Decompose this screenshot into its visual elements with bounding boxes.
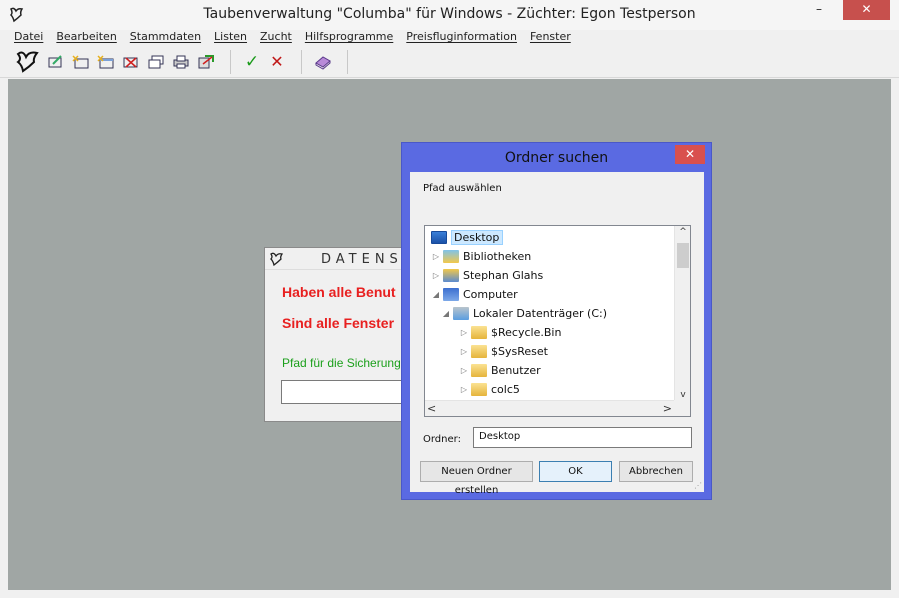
folder-dialog-close-button[interactable]: ✕ <box>675 145 705 164</box>
edit-icon[interactable] <box>45 51 67 73</box>
backup-path-label: Pfad für die Sicherung <box>282 356 401 370</box>
expand-arrow-icon[interactable]: ▷ <box>459 328 469 337</box>
columba-logo-icon[interactable] <box>14 51 42 73</box>
folder-dialog-instruction: Pfad auswählen <box>423 183 502 194</box>
tree-item-recycle-bin[interactable]: ▷ $Recycle.Bin <box>459 323 561 342</box>
tree-item-colc5[interactable]: ▷ colc5 <box>459 380 520 399</box>
tree-item-desktop[interactable]: Desktop <box>431 228 504 247</box>
tree-item-computer[interactable]: ◢ Computer <box>431 285 518 304</box>
folder-icon <box>471 345 487 358</box>
tree-item-label: colc5 <box>491 383 520 396</box>
tree-item-label: Lokaler Datenträger (C:) <box>473 307 608 320</box>
menu-fenster[interactable]: Fenster <box>530 30 571 46</box>
tree-item-local-drive[interactable]: ◢ Lokaler Datenträger (C:) <box>441 304 607 323</box>
expand-arrow-icon[interactable]: ▷ <box>431 271 441 280</box>
columba-logo-icon <box>270 252 284 267</box>
tree-item-sysreset[interactable]: ▷ $SysReset <box>459 342 548 361</box>
tree-item-stephan-glahs[interactable]: ▷ Stephan Glahs <box>431 266 543 285</box>
book-icon[interactable] <box>312 51 334 73</box>
menu-stammdaten[interactable]: Stammdaten <box>130 30 201 46</box>
copy-icon[interactable] <box>145 51 167 73</box>
libraries-icon <box>443 250 459 263</box>
tree-item-benutzer[interactable]: ▷ Benutzer <box>459 361 541 380</box>
close-button[interactable]: ✕ <box>843 0 890 20</box>
folder-icon <box>471 383 487 396</box>
menu-datei[interactable]: Datei <box>14 30 43 46</box>
folder-name-input[interactable]: Desktop <box>473 427 692 448</box>
tree-item-label: Computer <box>463 288 518 301</box>
scroll-up-icon[interactable]: ^ <box>675 227 690 237</box>
collapse-arrow-icon[interactable]: ◢ <box>441 309 451 318</box>
folder-dialog-client: Pfad auswählen Desktop ▷ Bibliotheken ▷ … <box>410 172 704 496</box>
folder-name-label: Ordner: <box>423 434 461 445</box>
export-icon[interactable] <box>195 51 217 73</box>
expand-arrow-icon[interactable]: ▷ <box>459 385 469 394</box>
folder-browse-dialog: Ordner suchen ✕ Pfad auswählen Desktop ▷… <box>401 142 712 500</box>
title-bar: Taubenverwaltung "Columba" für Windows -… <box>0 0 899 30</box>
tree-item-label: Stephan Glahs <box>463 269 544 282</box>
menu-zucht[interactable]: Zucht <box>260 30 292 46</box>
tree-item-label: Benutzer <box>491 364 541 377</box>
new-folder-button[interactable]: Neuen Ordner erstellen <box>420 461 533 496</box>
folder-icon <box>471 326 487 339</box>
confirm-icon[interactable]: ✓ <box>241 51 263 73</box>
scroll-right-icon[interactable]: > <box>663 402 672 415</box>
minimize-button[interactable]: – <box>804 0 834 20</box>
scroll-thumb[interactable] <box>677 243 689 268</box>
scroll-down-icon[interactable]: v <box>675 390 690 400</box>
menu-listen[interactable]: Listen <box>214 30 247 46</box>
new-window-icon[interactable] <box>95 51 117 73</box>
cancel-icon[interactable]: ✕ <box>266 51 288 73</box>
window-title: Taubenverwaltung "Columba" für Windows -… <box>203 6 696 22</box>
menu-bearbeiten[interactable]: Bearbeiten <box>56 30 116 46</box>
menu-hilfsprogramme[interactable]: Hilfsprogramme <box>305 30 393 46</box>
scrollbar-corner <box>674 400 690 416</box>
toolbar-separator <box>230 49 231 74</box>
tree-item-bibliotheken[interactable]: ▷ Bibliotheken <box>431 247 531 266</box>
expand-arrow-icon[interactable]: ▷ <box>431 252 441 261</box>
backup-dialog: DATENSI Haben alle Benut Sind alle Fenst… <box>264 247 414 422</box>
menu-bar: Datei Bearbeiten Stammdaten Listen Zucht… <box>0 30 899 46</box>
delete-icon[interactable] <box>120 51 142 73</box>
collapse-arrow-icon[interactable]: ◢ <box>431 290 441 299</box>
toolbar: ✓ ✕ <box>0 46 899 78</box>
user-folder-icon <box>443 269 459 282</box>
tree-vertical-scrollbar[interactable]: ^ v <box>674 226 690 401</box>
tree-item-label: $SysReset <box>491 345 548 358</box>
folder-icon <box>471 364 487 377</box>
computer-icon <box>443 288 459 301</box>
folder-dialog-title: Ordner suchen <box>504 150 609 166</box>
cancel-button[interactable]: Abbrechen <box>619 461 693 482</box>
folder-tree[interactable]: Desktop ▷ Bibliotheken ▷ Stephan Glahs ◢… <box>424 225 691 417</box>
drive-icon <box>453 307 469 320</box>
toolbar-separator <box>301 49 302 74</box>
toolbar-separator <box>347 49 348 74</box>
new-record-icon[interactable] <box>70 51 92 73</box>
backup-question-users: Haben alle Benut <box>282 284 396 300</box>
tree-item-label: $Recycle.Bin <box>491 326 562 339</box>
desktop-icon <box>431 231 447 244</box>
menu-preisfluginformation[interactable]: Preisfluginformation <box>406 30 517 46</box>
tree-item-label: Desktop <box>451 230 504 245</box>
backup-question-windows: Sind alle Fenster <box>282 315 395 331</box>
expand-arrow-icon[interactable]: ▷ <box>459 366 469 375</box>
resize-grip-icon[interactable]: ⋰ <box>694 481 702 490</box>
expand-arrow-icon[interactable]: ▷ <box>459 347 469 356</box>
backup-dialog-title: DATENSI <box>321 252 412 267</box>
tree-item-label: Bibliotheken <box>463 250 532 263</box>
tree-horizontal-scrollbar[interactable]: < > <box>425 400 676 416</box>
ok-button[interactable]: OK <box>539 461 612 482</box>
backup-path-input[interactable] <box>281 380 413 404</box>
backup-dialog-header: DATENSI <box>265 248 413 270</box>
print-icon[interactable] <box>170 51 192 73</box>
scroll-left-icon[interactable]: < <box>427 402 436 415</box>
